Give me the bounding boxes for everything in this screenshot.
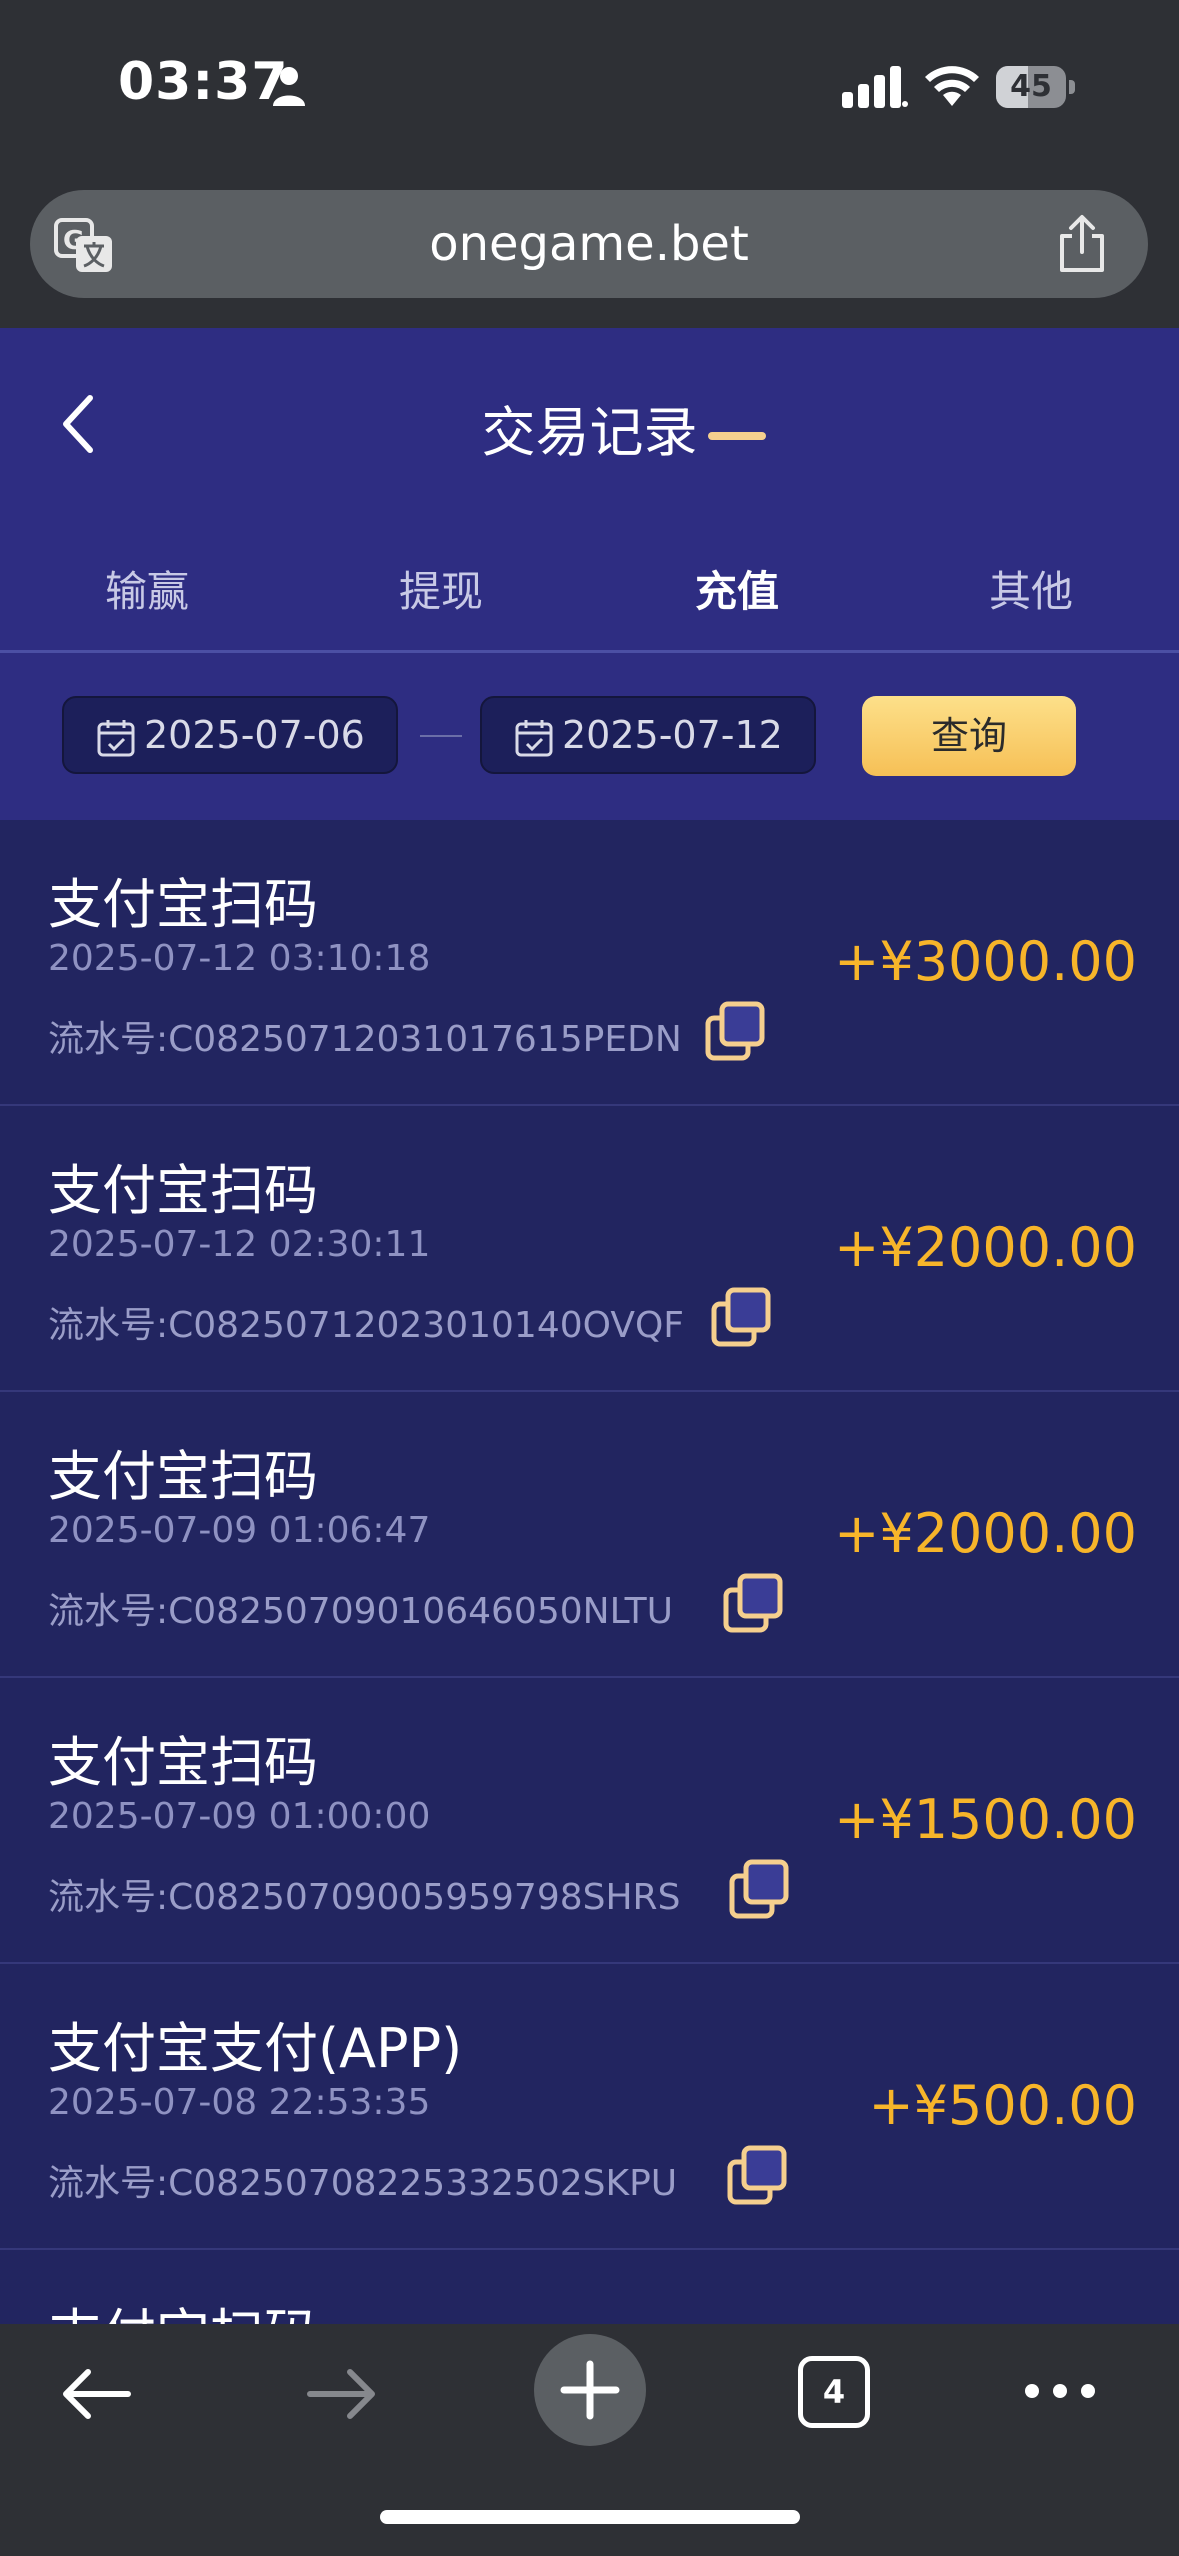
address-bar[interactable]: G onegame.bet <box>30 190 1148 298</box>
date-range-separator <box>420 735 462 737</box>
copy-icon[interactable] <box>728 1858 792 1922</box>
tab-switcher-button[interactable]: 4 <box>798 2356 870 2428</box>
url-text: onegame.bet <box>429 216 749 272</box>
copy-icon[interactable] <box>722 1572 786 1636</box>
date-filter-bar: 2025-07-06 2025-07-12 查询 <box>0 653 1179 820</box>
wifi-icon <box>925 66 979 106</box>
status-time: 03:37 <box>118 52 289 112</box>
end-date-value: 2025-07-12 <box>562 713 783 757</box>
end-date-picker[interactable]: 2025-07-12 <box>480 696 816 774</box>
transaction-time: 2025-07-09 01:06:47 <box>48 1510 431 1551</box>
transaction-row[interactable]: 支付宝扫码 2025-07-12 03:10:18 流水号:C082507120… <box>0 820 1179 1106</box>
transaction-method: 支付宝扫码 <box>48 2290 318 2324</box>
new-tab-plus-icon[interactable] <box>534 2334 646 2446</box>
transaction-amount: +¥1500.00 <box>834 1788 1137 1851</box>
status-bar: 03:37 45 <box>0 0 1179 180</box>
transaction-method: 支付宝扫码 <box>48 1731 318 1794</box>
transaction-row[interactable]: 支付宝支付(APP) 2025-07-08 22:53:35 流水号:C0825… <box>0 1964 1179 2250</box>
transaction-method: 支付宝扫码 <box>48 1445 318 1508</box>
browser-toolbar: G onegame.bet <box>0 180 1179 328</box>
transaction-time: 2025-07-12 03:10:18 <box>48 938 431 979</box>
transaction-method: 支付宝扫码 <box>48 1159 318 1222</box>
transaction-time: 2025-07-09 01:00:00 <box>48 1796 431 1837</box>
calendar-icon <box>515 720 553 757</box>
transaction-method: 支付宝扫码 <box>48 873 318 936</box>
forward-arrow-icon[interactable] <box>304 2362 380 2426</box>
query-button[interactable]: 查询 <box>862 696 1076 776</box>
copy-icon[interactable] <box>726 2144 790 2208</box>
tab-win-loss[interactable]: 输赢 <box>0 538 294 650</box>
home-indicator <box>380 2510 800 2524</box>
transaction-row[interactable]: 支付宝扫码 <box>0 2250 1179 2324</box>
tab-other[interactable]: 其他 <box>884 538 1178 650</box>
transaction-list[interactable]: 支付宝扫码 2025-07-12 03:10:18 流水号:C082507120… <box>0 820 1179 2324</box>
tab-withdraw[interactable]: 提现 <box>294 538 588 650</box>
transaction-time: 2025-07-08 22:53:35 <box>48 2082 431 2123</box>
transaction-amount: +¥2000.00 <box>834 1502 1137 1565</box>
copy-icon[interactable] <box>710 1286 774 1350</box>
transaction-amount: +¥2000.00 <box>834 1216 1137 1279</box>
share-icon[interactable] <box>1056 214 1108 274</box>
tab-deposit[interactable]: 充值 <box>590 538 884 650</box>
battery-level: 45 <box>1010 69 1052 104</box>
transaction-serial: 流水号:C08250712031017615PEDN <box>48 1019 682 1060</box>
transaction-amount: +¥500.00 <box>868 2074 1137 2137</box>
transaction-serial: 流水号:C08250709005959798SHRS <box>48 1877 681 1918</box>
start-date-picker[interactable]: 2025-07-06 <box>62 696 398 774</box>
transaction-serial: 流水号:C08250708225332502SKPU <box>48 2163 678 2204</box>
battery-indicator: 45 <box>996 66 1076 108</box>
more-options-icon[interactable] <box>1022 2374 1098 2408</box>
page-title: 交易记录 <box>481 401 698 464</box>
copy-icon[interactable] <box>704 1000 768 1064</box>
cellular-signal-icon <box>842 66 908 108</box>
start-date-value: 2025-07-06 <box>144 713 365 757</box>
transaction-serial: 流水号:C08250709010646050NLTU <box>48 1591 674 1632</box>
transaction-row[interactable]: 支付宝扫码 2025-07-12 02:30:11 流水号:C082507120… <box>0 1106 1179 1392</box>
transaction-serial: 流水号:C08250712023010140OVQF <box>48 1305 685 1346</box>
page-header: 交易记录 输赢 提现 充值 其他 <box>0 328 1179 652</box>
active-tab-indicator <box>708 432 766 440</box>
transaction-amount: +¥3000.00 <box>834 930 1137 993</box>
transaction-row[interactable]: 支付宝扫码 2025-07-09 01:06:47 流水号:C082507090… <box>0 1392 1179 1678</box>
transaction-time: 2025-07-12 02:30:11 <box>48 1224 431 1265</box>
back-arrow-icon[interactable] <box>58 2362 134 2426</box>
calendar-icon <box>97 720 135 757</box>
transaction-method: 支付宝支付(APP) <box>48 2017 463 2080</box>
person-icon <box>273 67 305 106</box>
transaction-row[interactable]: 支付宝扫码 2025-07-09 01:00:00 流水号:C082507090… <box>0 1678 1179 1964</box>
tab-bar: 输赢 提现 充值 其他 <box>0 538 1179 650</box>
